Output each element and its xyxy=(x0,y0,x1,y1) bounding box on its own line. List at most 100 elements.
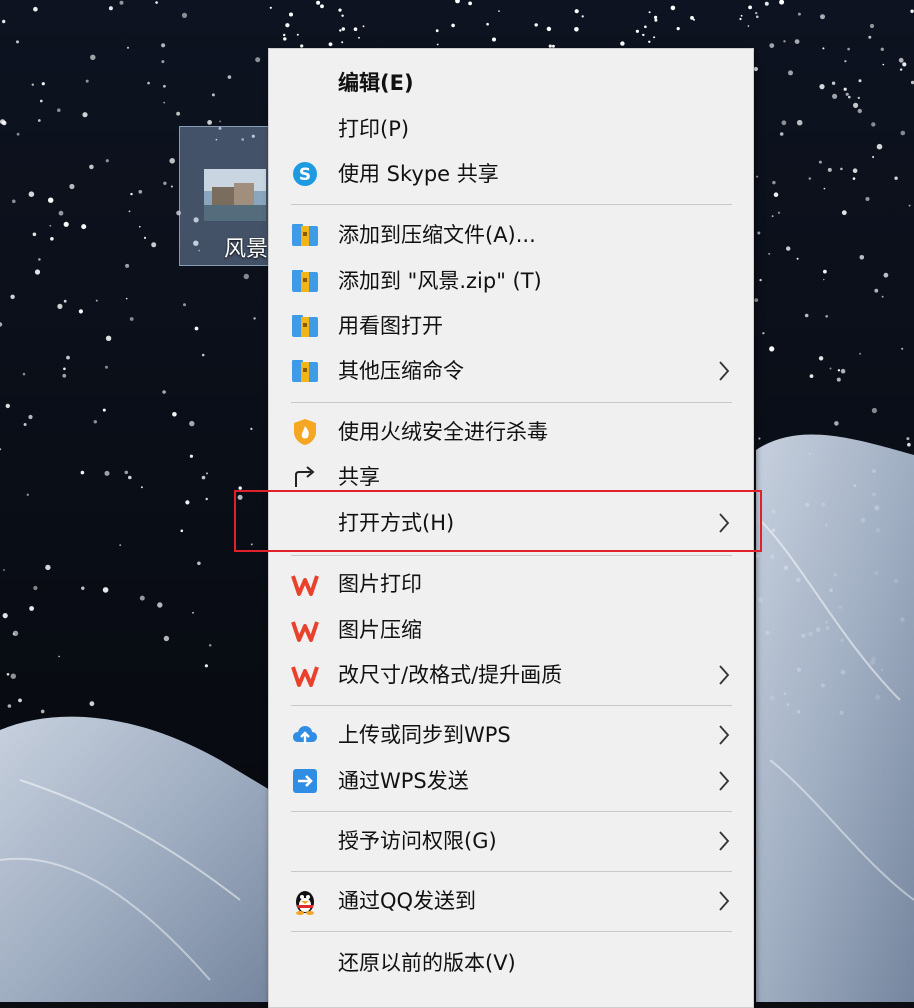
snow-speckle xyxy=(832,93,838,99)
snow-speckle xyxy=(435,29,439,33)
snow-speckle xyxy=(163,635,170,642)
snow-speckle xyxy=(119,0,124,5)
menu-item-resize-format-quality[interactable]: 改尺寸/改格式/提升画质 xyxy=(269,653,753,697)
menu-item-send-via-wps[interactable]: 通过WPS发送 xyxy=(269,759,753,803)
snow-speckle xyxy=(492,37,496,42)
snow-speckle xyxy=(328,42,333,47)
snow-speckle xyxy=(269,6,272,9)
snow-speckle xyxy=(189,420,195,427)
menu-item-add-to-archive[interactable]: 添加到压缩文件(A)... xyxy=(269,213,753,257)
menu-separator xyxy=(291,871,732,872)
menu-item-huorong-scan[interactable]: 使用火绒安全进行杀毒 xyxy=(269,410,753,454)
archive-icon xyxy=(292,224,318,246)
menu-item-open-with-viewer[interactable]: 用看图打开 xyxy=(269,304,753,348)
snow-speckle xyxy=(3,569,5,571)
snow-speckle xyxy=(859,254,865,260)
snow-speckle xyxy=(105,365,108,369)
file-name-label: 风景 xyxy=(224,237,269,262)
snow-speckle xyxy=(796,119,803,126)
snow-speckle xyxy=(157,602,163,608)
snow-speckle xyxy=(147,81,150,85)
snow-speckle xyxy=(834,421,839,426)
snow-speckle xyxy=(670,5,676,11)
snow-speckle xyxy=(108,6,113,11)
snow-speckle xyxy=(341,14,344,17)
menu-item-skype-share[interactable]: S 使用 Skype 共享 xyxy=(269,152,753,196)
menu-item-send-via-qq[interactable]: 通过QQ发送到 xyxy=(269,879,753,923)
snow-speckle xyxy=(29,606,34,611)
menu-item-upload-sync-wps[interactable]: 上传或同步到WPS xyxy=(269,713,753,757)
snow-speckle xyxy=(130,192,133,196)
snow-speckle xyxy=(63,221,69,227)
snow-speckle xyxy=(38,258,41,261)
image-thumbnail-icon xyxy=(204,169,266,221)
snow-speckle xyxy=(819,84,825,90)
snow-speckle xyxy=(39,99,43,103)
snow-speckle xyxy=(62,373,67,378)
snow-speckle xyxy=(468,1,472,6)
snow-speckle xyxy=(754,298,759,302)
snow-speckle xyxy=(581,15,584,18)
snow-speckle xyxy=(808,177,812,180)
snow-speckle xyxy=(162,390,166,394)
snow-speckle xyxy=(16,40,19,44)
snow-speckle xyxy=(874,288,879,293)
snow-speckle xyxy=(740,14,743,17)
snow-speckle xyxy=(102,587,109,593)
menu-item-print[interactable]: 打印(P) xyxy=(269,107,753,151)
snow-speckle xyxy=(358,36,360,39)
snow-speckle xyxy=(6,673,10,676)
snow-speckle xyxy=(189,454,193,458)
snow-speckle xyxy=(739,17,742,21)
snow-speckle xyxy=(127,46,129,49)
archive-icon xyxy=(292,315,318,337)
menu-item-image-compress[interactable]: 图片压缩 xyxy=(269,608,753,652)
snow-speckle xyxy=(207,120,213,125)
snow-speckle xyxy=(169,158,175,164)
menu-item-edit[interactable]: 编辑(E) xyxy=(269,61,753,105)
snow-speckle xyxy=(786,246,791,251)
snow-speckle xyxy=(788,70,793,76)
menu-item-image-print[interactable]: 图片打印 xyxy=(269,562,753,606)
snow-speckle xyxy=(176,111,181,116)
chevron-right-icon xyxy=(719,361,730,381)
menu-item-other-compress-commands[interactable]: 其他压缩命令 xyxy=(269,349,753,393)
snow-speckle xyxy=(172,412,177,417)
snow-speckle xyxy=(764,1,769,6)
snow-speckle xyxy=(201,353,205,357)
snow-speckle xyxy=(197,561,201,566)
menu-item-restore-previous-versions[interactable]: 还原以前的版本(V) xyxy=(269,941,753,985)
menu-item-label: 图片压缩 xyxy=(338,618,422,642)
snow-speckle xyxy=(128,210,131,213)
snow-speckle xyxy=(818,356,824,361)
desktop-file-icon[interactable]: 风景 xyxy=(179,126,271,266)
snow-speckle xyxy=(794,39,800,44)
snow-speckle xyxy=(574,9,579,14)
menu-separator xyxy=(291,402,732,403)
chevron-right-icon xyxy=(719,891,730,911)
snow-speckle xyxy=(253,317,256,320)
menu-item-add-to-zip[interactable]: 添加到 "风景.zip" (T) xyxy=(269,259,753,303)
snow-speckle xyxy=(48,197,54,203)
snow-speckle xyxy=(797,12,801,16)
snow-speckle xyxy=(26,493,29,496)
snow-speckle xyxy=(90,54,96,60)
menu-item-grant-access[interactable]: 授予访问权限(G) xyxy=(269,819,753,863)
menu-item-label: 用看图打开 xyxy=(338,314,443,338)
menu-item-label: 编辑(E) xyxy=(338,71,414,95)
snow-speckle xyxy=(882,63,885,66)
snow-speckle xyxy=(362,25,365,28)
highlight-annotation-box xyxy=(234,490,762,552)
snow-speckle xyxy=(125,297,128,300)
snow-speckle xyxy=(341,41,344,44)
snow-speckle xyxy=(163,101,166,104)
snow-speckle xyxy=(185,500,190,505)
snow-speckle xyxy=(18,698,22,703)
chevron-right-icon xyxy=(719,771,730,791)
snow-speckle xyxy=(756,15,759,19)
snow-speckle xyxy=(28,414,33,420)
snow-speckle xyxy=(10,294,15,299)
snow-speckle xyxy=(757,231,761,235)
snow-speckle xyxy=(12,630,19,636)
snow-speckle xyxy=(32,232,37,237)
